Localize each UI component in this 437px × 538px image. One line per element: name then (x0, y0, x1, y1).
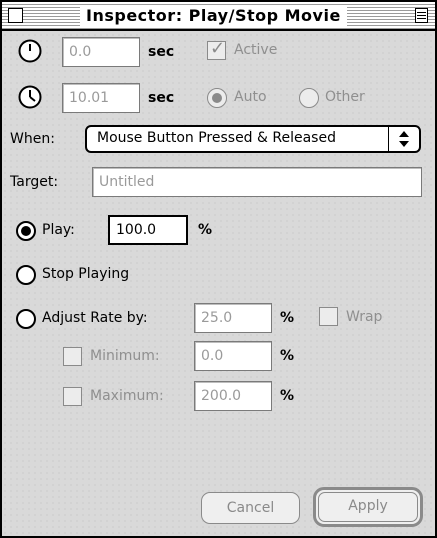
auto-label: Auto (234, 89, 267, 105)
play-unit-label: % (198, 222, 213, 238)
apply-button[interactable]: Apply (313, 487, 423, 527)
window-title: Inspector: Play/Stop Movie (80, 5, 347, 26)
maximum-field[interactable]: 200.0 (194, 381, 272, 411)
adjust-rate-unit-label: % (280, 310, 295, 326)
clock-start-icon (18, 39, 42, 63)
when-popup-value: Mouse Button Pressed & Released (97, 130, 336, 146)
when-label: When: (10, 131, 55, 147)
start-unit-label: sec (148, 44, 175, 60)
duration-field[interactable]: 10.01 (62, 83, 140, 113)
maximum-label: Maximum: (90, 388, 164, 404)
stop-playing-label: Stop Playing (42, 266, 130, 282)
adjust-rate-label: Adjust Rate by: (42, 310, 148, 326)
clock-duration-icon (18, 85, 42, 109)
close-box-icon[interactable] (8, 8, 23, 23)
play-label: Play: (42, 222, 75, 238)
start-time-field[interactable]: 0.0 (62, 37, 140, 67)
title-bar[interactable]: Inspector: Play/Stop Movie (2, 2, 435, 31)
cancel-button[interactable]: Cancel (201, 492, 300, 524)
duration-unit-label: sec (148, 90, 175, 106)
checkmark-icon: ✓ (210, 38, 226, 59)
play-radio[interactable] (16, 221, 36, 241)
other-radio[interactable] (299, 88, 319, 108)
other-label: Other (325, 89, 365, 105)
when-popup[interactable]: Mouse Button Pressed & Released (85, 125, 421, 153)
wrap-checkbox[interactable] (319, 307, 338, 326)
maximum-unit-label: % (280, 388, 295, 404)
apply-button-label: Apply (318, 492, 418, 522)
adjust-rate-radio[interactable] (16, 309, 36, 329)
minimum-label: Minimum: (90, 348, 160, 364)
updown-arrows-icon (388, 127, 419, 151)
adjust-rate-field[interactable]: 25.0 (194, 303, 272, 333)
active-checkbox[interactable]: ✓ (207, 38, 226, 60)
minimum-field[interactable]: 0.0 (194, 341, 272, 371)
maximum-checkbox[interactable] (63, 387, 82, 406)
collapse-box-icon[interactable] (415, 8, 428, 23)
minimum-unit-label: % (280, 348, 295, 364)
play-rate-field[interactable]: 100.0 (108, 215, 188, 245)
auto-radio[interactable] (207, 88, 227, 108)
active-label: Active (234, 42, 278, 58)
inspector-window: Inspector: Play/Stop Movie 0.0 sec ✓ Act… (0, 0, 437, 538)
wrap-label: Wrap (346, 309, 383, 325)
target-label: Target: (10, 174, 59, 190)
minimum-checkbox[interactable] (63, 347, 82, 366)
target-field[interactable]: Untitled (92, 167, 422, 197)
stop-playing-radio[interactable] (16, 265, 36, 285)
